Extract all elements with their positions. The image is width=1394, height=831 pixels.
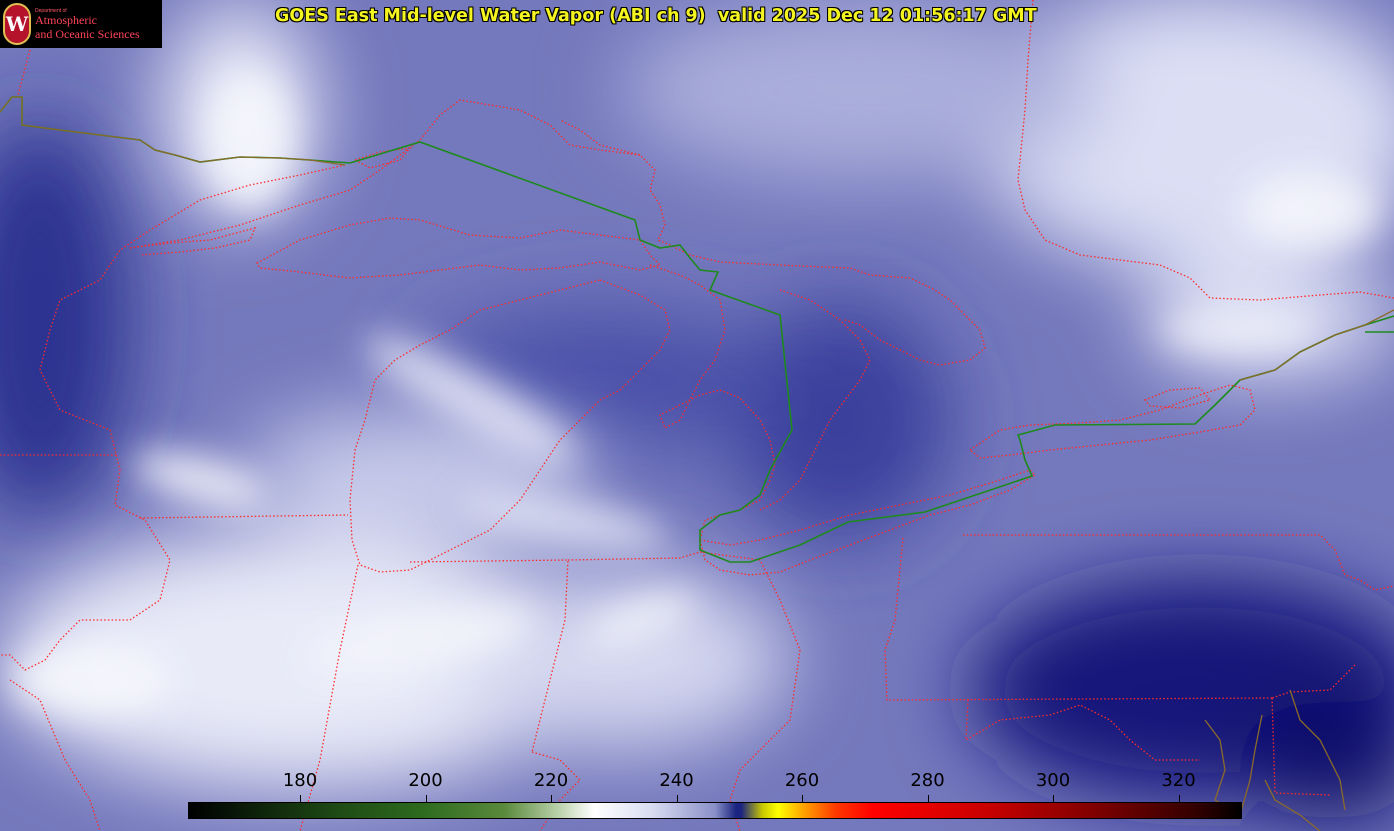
water-vapor-map: [0, 0, 1394, 831]
colorbar-tick-label: 180: [282, 770, 318, 791]
logo-line-2: and Oceanic Sciences: [35, 27, 140, 41]
colorbar-tick-mark: [1053, 795, 1054, 802]
colorbar-tick-mark: [802, 795, 803, 802]
uw-aos-logo: W Department of Atmospheric and Oceanic …: [0, 0, 162, 48]
colorbar-tick-label: 240: [659, 770, 694, 791]
colorbar-tick-mark: [927, 795, 929, 802]
image-title: GOES East Mid-level Water Vapor (ABI ch …: [275, 6, 1037, 26]
colorbar-tick-label: 220: [533, 770, 569, 791]
colorbar-tick-mark: [676, 795, 678, 802]
colorbar-tick-mark: [300, 795, 301, 802]
colorbar-tick-label: 320: [1161, 770, 1196, 791]
logo-line-1: Atmospheric: [35, 13, 97, 27]
satellite-image-viewer: W Department of Atmospheric and Oceanic …: [0, 0, 1394, 831]
temperature-colorbar: [188, 802, 1242, 819]
colorbar-tick-mark: [425, 795, 427, 802]
uw-crest-icon: W: [3, 3, 31, 45]
colorbar-tick-mark: [1178, 795, 1180, 802]
colorbar-tick-label: 300: [1035, 770, 1071, 791]
colorbar-tick-label: 280: [910, 770, 945, 791]
colorbar-tick-label: 200: [408, 770, 443, 791]
colorbar-tick-mark: [551, 795, 552, 802]
colorbar-tick-label: 260: [784, 770, 820, 791]
